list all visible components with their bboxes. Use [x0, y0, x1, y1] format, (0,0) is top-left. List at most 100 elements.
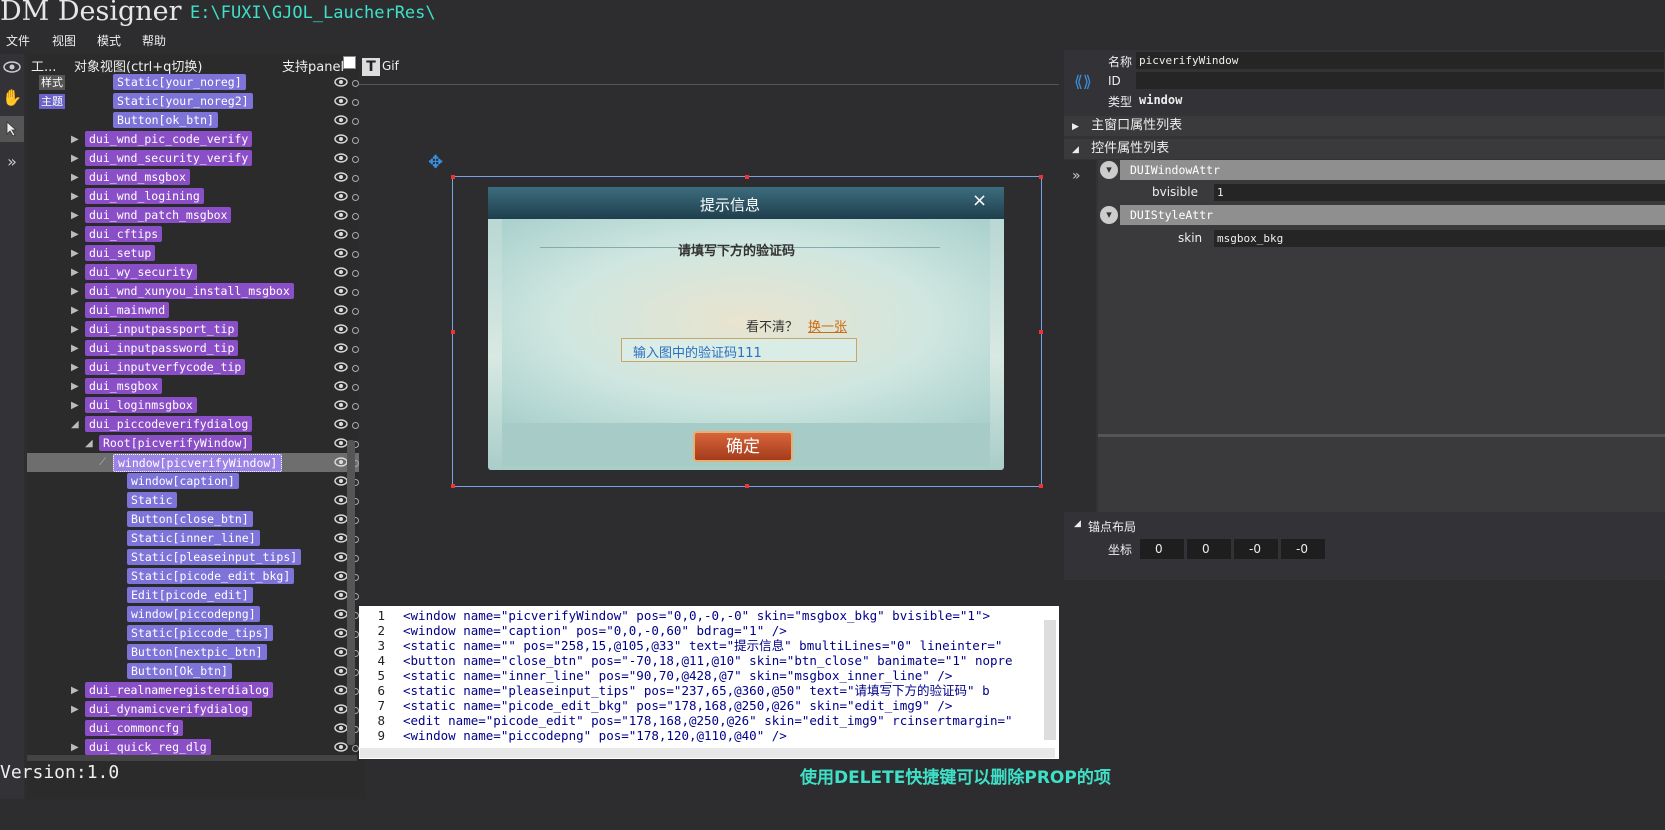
tree-row[interactable]: Static	[27, 491, 365, 510]
lock-dot-icon[interactable]	[352, 99, 359, 106]
tree-row[interactable]: Static[inner_line]	[27, 529, 365, 548]
name-field[interactable]: picverifyWindow	[1136, 52, 1664, 69]
tree-horizontal-scrollbar[interactable]	[27, 755, 357, 761]
tree-node-label[interactable]: dui_setup	[85, 245, 156, 261]
lock-dot-icon[interactable]	[352, 308, 359, 315]
tree-node-label[interactable]: Edit[picode_edit]	[127, 587, 253, 603]
lock-dot-icon[interactable]	[352, 213, 359, 220]
control-props-section[interactable]: ◢ 控件属性列表	[1064, 139, 1665, 159]
lock-dot-icon[interactable]	[352, 346, 359, 353]
tree-row[interactable]: ▶ dui_dynamicverifydialog	[27, 700, 365, 719]
eye-tool-icon[interactable]	[0, 54, 24, 80]
tree-row[interactable]: ▶ dui_mainwnd	[27, 301, 365, 320]
tree-node-label[interactable]: Button[ok_btn]	[113, 112, 218, 128]
tree-node-label[interactable]: Static[your_noreg]	[113, 74, 246, 90]
visibility-eye-icon[interactable]	[334, 94, 348, 108]
lock-dot-icon[interactable]	[352, 422, 359, 429]
tree-row[interactable]: ▶ dui_wnd_msgbox	[27, 168, 365, 187]
visibility-eye-icon[interactable]	[334, 569, 348, 583]
visibility-eye-icon[interactable]	[334, 740, 348, 754]
attr-value-field[interactable]: msgbox_bkg	[1214, 230, 1665, 247]
resize-handle[interactable]	[1039, 175, 1043, 179]
visibility-eye-icon[interactable]	[334, 284, 348, 298]
tree-expand-icon[interactable]: ▶	[71, 320, 79, 339]
visibility-eye-icon[interactable]	[334, 132, 348, 146]
visibility-eye-icon[interactable]	[334, 474, 348, 488]
visibility-eye-icon[interactable]	[334, 189, 348, 203]
visibility-eye-icon[interactable]	[334, 398, 348, 412]
tree-expand-icon[interactable]: ▶	[71, 700, 79, 719]
lock-dot-icon[interactable]	[352, 270, 359, 277]
lock-dot-icon[interactable]	[352, 251, 359, 258]
visibility-eye-icon[interactable]	[334, 493, 348, 507]
tree-node-label[interactable]: window[piccodepng]	[127, 606, 260, 622]
coord-bottom-field[interactable]: -0	[1281, 539, 1325, 559]
tree-node-label[interactable]: dui_wnd_patch_msgbox	[85, 207, 232, 223]
tree-row[interactable]: ▶ dui_wnd_patch_msgbox	[27, 206, 365, 225]
tree-expand-icon[interactable]: ▶	[71, 168, 79, 187]
tree-expand-icon[interactable]: ▶	[71, 244, 79, 263]
attr-value-field[interactable]: 1	[1214, 184, 1665, 201]
side-tab-theme[interactable]: 主题	[39, 94, 65, 109]
menu-mode[interactable]: 模式	[97, 32, 121, 49]
expand-pane-icon[interactable]: »	[1072, 168, 1081, 184]
tree-row[interactable]: Button[close_btn]	[27, 510, 365, 529]
visibility-eye-icon[interactable]	[334, 531, 348, 545]
tree-row[interactable]: ◢ dui_piccodeverifydialog	[27, 415, 365, 434]
tree-expand-icon[interactable]: ◢	[71, 415, 79, 434]
selection-frame[interactable]	[451, 175, 1043, 488]
menu-view[interactable]: 视图	[52, 32, 76, 49]
tree-row[interactable]: Edit[picode_edit]	[27, 586, 365, 605]
support-panel-checkbox[interactable]	[343, 56, 356, 69]
tree-row[interactable]: Static[pleaseinput_tips]	[27, 548, 365, 567]
resize-handle[interactable]	[1039, 484, 1043, 488]
tree-row[interactable]: ⟋ window[picverifyWindow]	[27, 453, 365, 472]
tree-vertical-scrollbar[interactable]	[347, 440, 355, 745]
tree-node-label[interactable]: dui_wnd_security_verify	[85, 150, 253, 166]
tree-node-label[interactable]: dui_wnd_xunyou_install_msgbox	[85, 283, 294, 299]
lock-dot-icon[interactable]	[352, 327, 359, 334]
visibility-eye-icon[interactable]	[334, 246, 348, 260]
tree-node-label[interactable]: dui_commoncfg	[85, 720, 184, 736]
tree-row[interactable]: ▶ dui_realnameregisterdialog	[27, 681, 365, 700]
tree-row[interactable]: Static[your_noreg2]	[27, 92, 365, 111]
lock-dot-icon[interactable]	[352, 156, 359, 163]
tree-node-label[interactable]: Static[picode_edit_bkg]	[127, 568, 295, 584]
visibility-eye-icon[interactable]	[334, 626, 348, 640]
id-field[interactable]	[1136, 72, 1664, 89]
coord-top-field[interactable]: 0	[1187, 539, 1231, 559]
visibility-eye-icon[interactable]	[334, 455, 348, 469]
lock-dot-icon[interactable]	[352, 403, 359, 410]
tree-expand-icon[interactable]: ▶	[71, 282, 79, 301]
resize-handle[interactable]	[1039, 330, 1043, 334]
tree-node-label[interactable]: dui_wnd_pic_code_verify	[85, 131, 253, 147]
tree-row[interactable]: window[piccodepng]	[27, 605, 365, 624]
tree-node-label[interactable]: Button[nextpic_btn]	[127, 644, 267, 660]
tree-expand-icon[interactable]: ▶	[71, 377, 79, 396]
visibility-eye-icon[interactable]	[334, 151, 348, 165]
visibility-eye-icon[interactable]	[334, 436, 348, 450]
lock-dot-icon[interactable]	[352, 232, 359, 239]
lock-dot-icon[interactable]	[352, 194, 359, 201]
tree-row[interactable]: ▶ dui_wnd_logining	[27, 187, 365, 206]
chevron-down-icon[interactable]: ▾	[1100, 206, 1118, 224]
tree-node-label[interactable]: dui_quick_reg_dlg	[85, 739, 211, 755]
visibility-eye-icon[interactable]	[334, 75, 348, 89]
tree-node-label[interactable]: window[caption]	[127, 473, 239, 489]
tree-node-label[interactable]: Static[pleaseinput_tips]	[127, 549, 302, 565]
tree-expand-icon[interactable]: ▶	[71, 206, 79, 225]
lock-dot-icon[interactable]	[352, 137, 359, 144]
visibility-eye-icon[interactable]	[334, 265, 348, 279]
tree-expand-icon[interactable]: ▶	[71, 358, 79, 377]
tree-row[interactable]: Button[Ok_btn]	[27, 662, 365, 681]
tree-node-label[interactable]: dui_dynamicverifydialog	[85, 701, 253, 717]
visibility-eye-icon[interactable]	[334, 208, 348, 222]
menu-help[interactable]: 帮助	[142, 32, 166, 49]
tree-expand-icon[interactable]: ▶	[71, 149, 79, 168]
tree-row[interactable]: ▶ dui_wnd_security_verify	[27, 149, 365, 168]
xml-code-editor[interactable]: 1 <window name="picverifyWindow" pos="0,0…	[359, 606, 1059, 759]
code-horizontal-scrollbar[interactable]	[360, 748, 1055, 758]
tree-expand-icon[interactable]: ▶	[71, 396, 79, 415]
tree-node-label[interactable]: window[picverifyWindow]	[113, 454, 283, 472]
tree-node-label[interactable]: dui_cftips	[85, 226, 163, 242]
